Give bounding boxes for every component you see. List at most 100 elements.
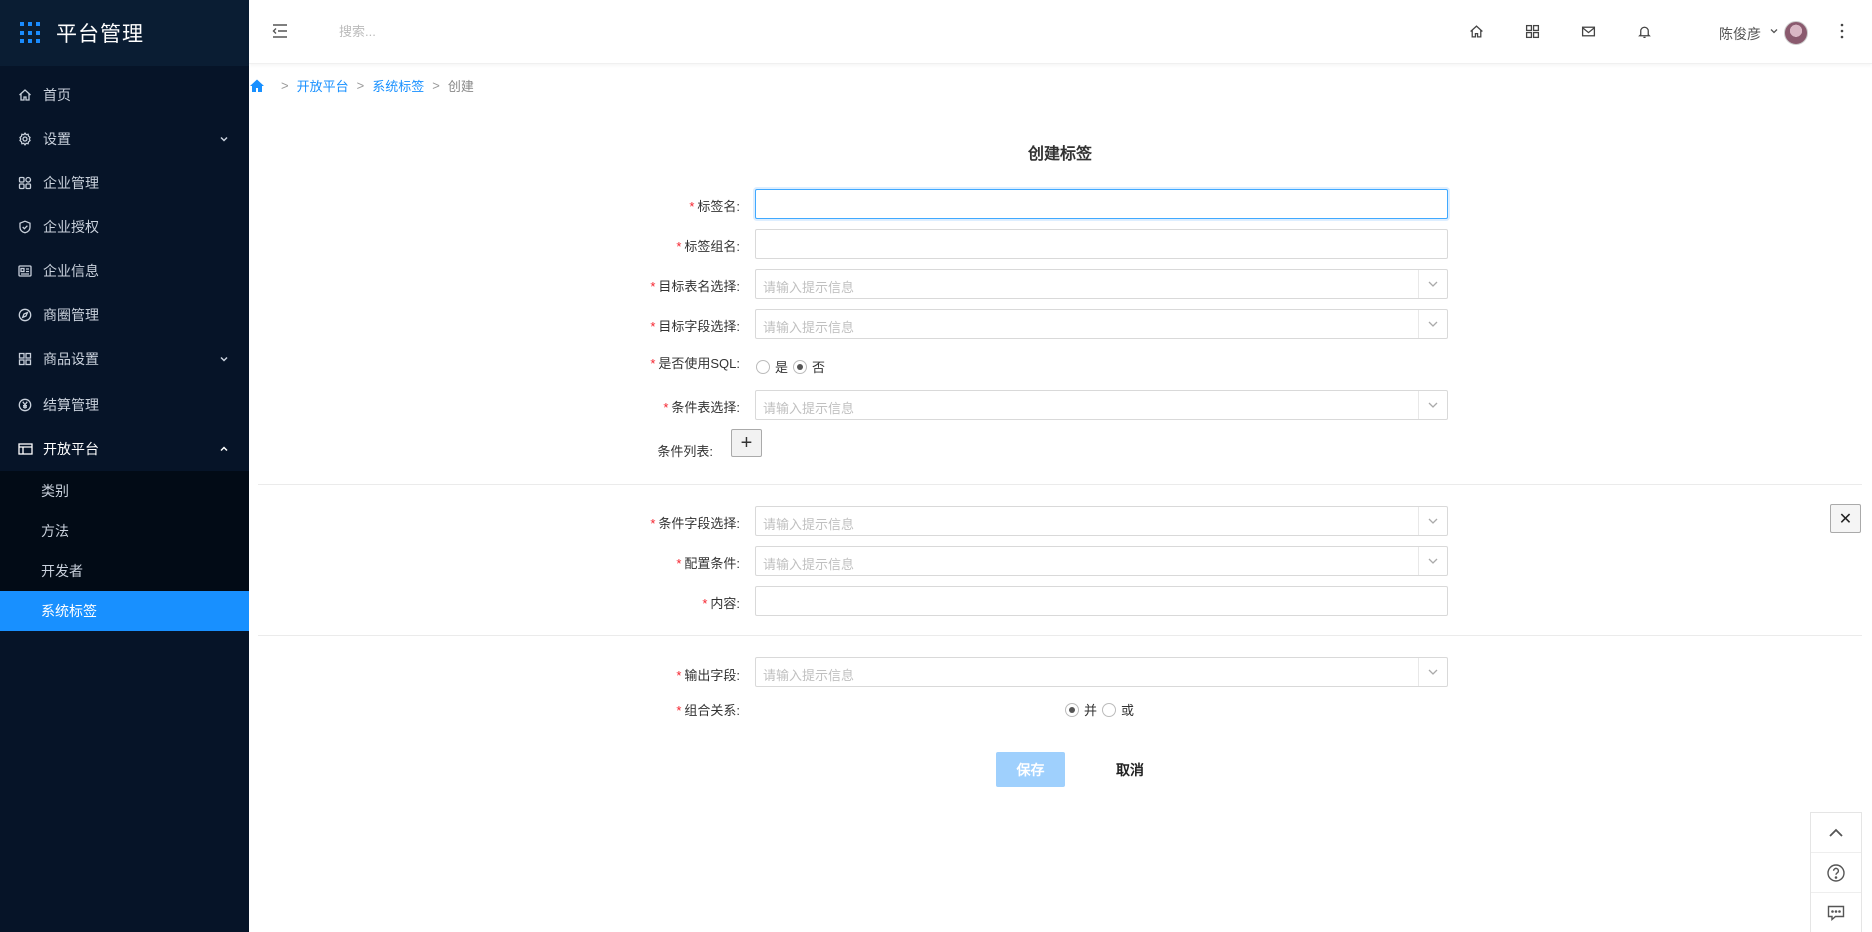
home-icon[interactable] (249, 78, 265, 94)
sidebar-item-enterprise-auth[interactable]: 企业授权 (0, 205, 249, 249)
brand[interactable]: 平台管理 (0, 0, 249, 66)
more-vertical-icon[interactable] (1839, 22, 1845, 40)
chevron-down-icon[interactable] (1418, 310, 1447, 338)
condition-table-label: * 条件表选择: (663, 400, 740, 415)
config-condition-select[interactable]: 请输入提示信息 (755, 546, 1448, 576)
config-condition-label: * 配置条件: (676, 556, 740, 571)
grid-dots-icon (20, 22, 42, 44)
condition-table-select[interactable]: 请输入提示信息 (755, 390, 1448, 420)
target-table-select[interactable]: 请输入提示信息 (755, 269, 1448, 299)
use-sql-yes-radio[interactable] (756, 359, 770, 374)
table-icon (17, 441, 33, 457)
combine-relation-radio-group: 并 或 (1065, 700, 1134, 719)
select-placeholder: 请输入提示信息 (763, 517, 855, 532)
chevron-down-icon[interactable] (1769, 26, 1779, 36)
help-icon[interactable] (1811, 853, 1861, 893)
divider (258, 635, 1862, 636)
compass-icon (17, 307, 33, 323)
combine-or-radio[interactable] (1102, 702, 1117, 717)
grid-icon (17, 351, 33, 367)
select-placeholder: 请输入提示信息 (763, 668, 855, 683)
combine-or-label[interactable]: 或 (1121, 700, 1134, 719)
content-input[interactable] (755, 586, 1448, 616)
select-placeholder: 请输入提示信息 (763, 401, 855, 416)
tag-group-input[interactable] (755, 229, 1448, 259)
remove-condition-button[interactable]: ✕ (1830, 504, 1861, 533)
combine-and-radio[interactable] (1065, 702, 1079, 717)
chevron-down-icon[interactable] (1418, 658, 1447, 686)
target-table-label: * 目标表名选择: (650, 279, 740, 294)
chevron-down-icon[interactable] (1418, 507, 1447, 535)
cancel-button[interactable]: 取消 (1100, 752, 1160, 787)
chevron-down-icon (220, 136, 228, 142)
use-sql-yes-label[interactable]: 是 (775, 357, 788, 376)
id-card-icon (17, 263, 33, 279)
chevron-up-icon (220, 446, 228, 452)
avatar[interactable] (1784, 21, 1808, 45)
gear-icon (17, 131, 33, 147)
condition-list-label: 条件列表: (657, 444, 713, 459)
output-field-select[interactable]: 请输入提示信息 (755, 657, 1448, 687)
top-header: 陈俊彦 (249, 0, 1872, 64)
output-field-label: * 输出字段: (676, 668, 740, 683)
shield-check-icon (17, 219, 33, 235)
sidebar-subitem-category[interactable]: 类别 (0, 471, 249, 511)
target-field-select[interactable]: 请输入提示信息 (755, 309, 1448, 339)
sidebar-subitem-system-tags[interactable]: 系统标签 (0, 591, 249, 631)
sidebar-item-business-district[interactable]: 商圈管理 (0, 293, 249, 337)
chat-icon[interactable] (1811, 893, 1861, 932)
breadcrumb-open-platform[interactable]: 开放平台 (297, 76, 349, 95)
sidebar-item-open-platform[interactable]: 开放平台 (0, 427, 249, 471)
arrow-up-icon[interactable] (1811, 813, 1861, 853)
sidebar-item-enterprise-manage[interactable]: 企业管理 (0, 161, 249, 205)
tag-name-label: * 标签名: (689, 199, 740, 214)
combine-and-label[interactable]: 并 (1084, 700, 1097, 719)
bell-icon[interactable] (1635, 22, 1653, 40)
use-sql-no-radio[interactable] (793, 359, 808, 374)
chevron-down-icon[interactable] (1418, 547, 1447, 575)
divider (258, 484, 1862, 485)
sidebar-subitem-developer[interactable]: 开发者 (0, 551, 249, 591)
target-field-label: * 目标字段选择: (650, 319, 740, 334)
brand-title: 平台管理 (56, 23, 144, 46)
apps-icon[interactable] (1523, 22, 1541, 40)
chevron-down-icon[interactable] (1418, 270, 1447, 298)
sidebar-item-settings[interactable]: 设置 (0, 117, 249, 161)
home-icon[interactable] (1467, 22, 1485, 40)
search-input[interactable] (339, 24, 559, 39)
use-sql-no-label[interactable]: 否 (812, 357, 825, 376)
breadcrumb: > 开放平台 > 系统标签 > 创建 (249, 76, 474, 95)
sidebar-subitem-method[interactable]: 方法 (0, 511, 249, 551)
menu-fold-icon[interactable] (271, 22, 289, 40)
sidebar-item-home[interactable]: 首页 (0, 73, 249, 117)
sidebar-item-label: 设置 (43, 131, 71, 147)
user-name[interactable]: 陈俊彦 (1719, 24, 1761, 44)
chevron-down-icon (220, 356, 228, 362)
condition-field-select[interactable]: 请输入提示信息 (755, 506, 1448, 536)
open-platform-submenu: 类别 方法 开发者 系统标签 (0, 471, 249, 631)
select-placeholder: 请输入提示信息 (763, 557, 855, 572)
content-label: * 内容: (702, 596, 740, 611)
tag-name-input[interactable] (755, 189, 1448, 219)
tag-group-label: * 标签组名: (676, 239, 740, 254)
sidebar-item-product-settings[interactable]: 商品设置 (0, 337, 249, 381)
mail-icon[interactable] (1579, 22, 1597, 40)
breadcrumb-current: 创建 (447, 79, 474, 94)
apps-icon (17, 175, 33, 191)
sidebar: 平台管理 首页 设置 企业管理 企业授权 企业信息 商圈管理 商品设置 结算管理… (0, 0, 249, 932)
use-sql-label: * 是否使用SQL: (650, 356, 740, 371)
select-placeholder: 请输入提示信息 (763, 320, 855, 335)
select-placeholder: 请输入提示信息 (763, 280, 855, 295)
use-sql-radio-group: 是 否 (756, 357, 825, 376)
sidebar-item-enterprise-info[interactable]: 企业信息 (0, 249, 249, 293)
sidebar-item-label: 企业授权 (43, 219, 99, 235)
save-button[interactable]: 保存 (996, 752, 1065, 787)
yen-circle-icon (17, 397, 33, 413)
chevron-down-icon[interactable] (1418, 391, 1447, 419)
sidebar-menu: 首页 设置 企业管理 企业授权 企业信息 商圈管理 商品设置 结算管理 开放平台 (0, 73, 249, 471)
add-condition-button[interactable]: + (731, 429, 762, 457)
combine-relation-label: * 组合关系: (676, 703, 740, 718)
sidebar-item-settlement[interactable]: 结算管理 (0, 383, 249, 427)
home-icon (17, 87, 33, 103)
breadcrumb-system-tags[interactable]: 系统标签 (372, 76, 424, 95)
